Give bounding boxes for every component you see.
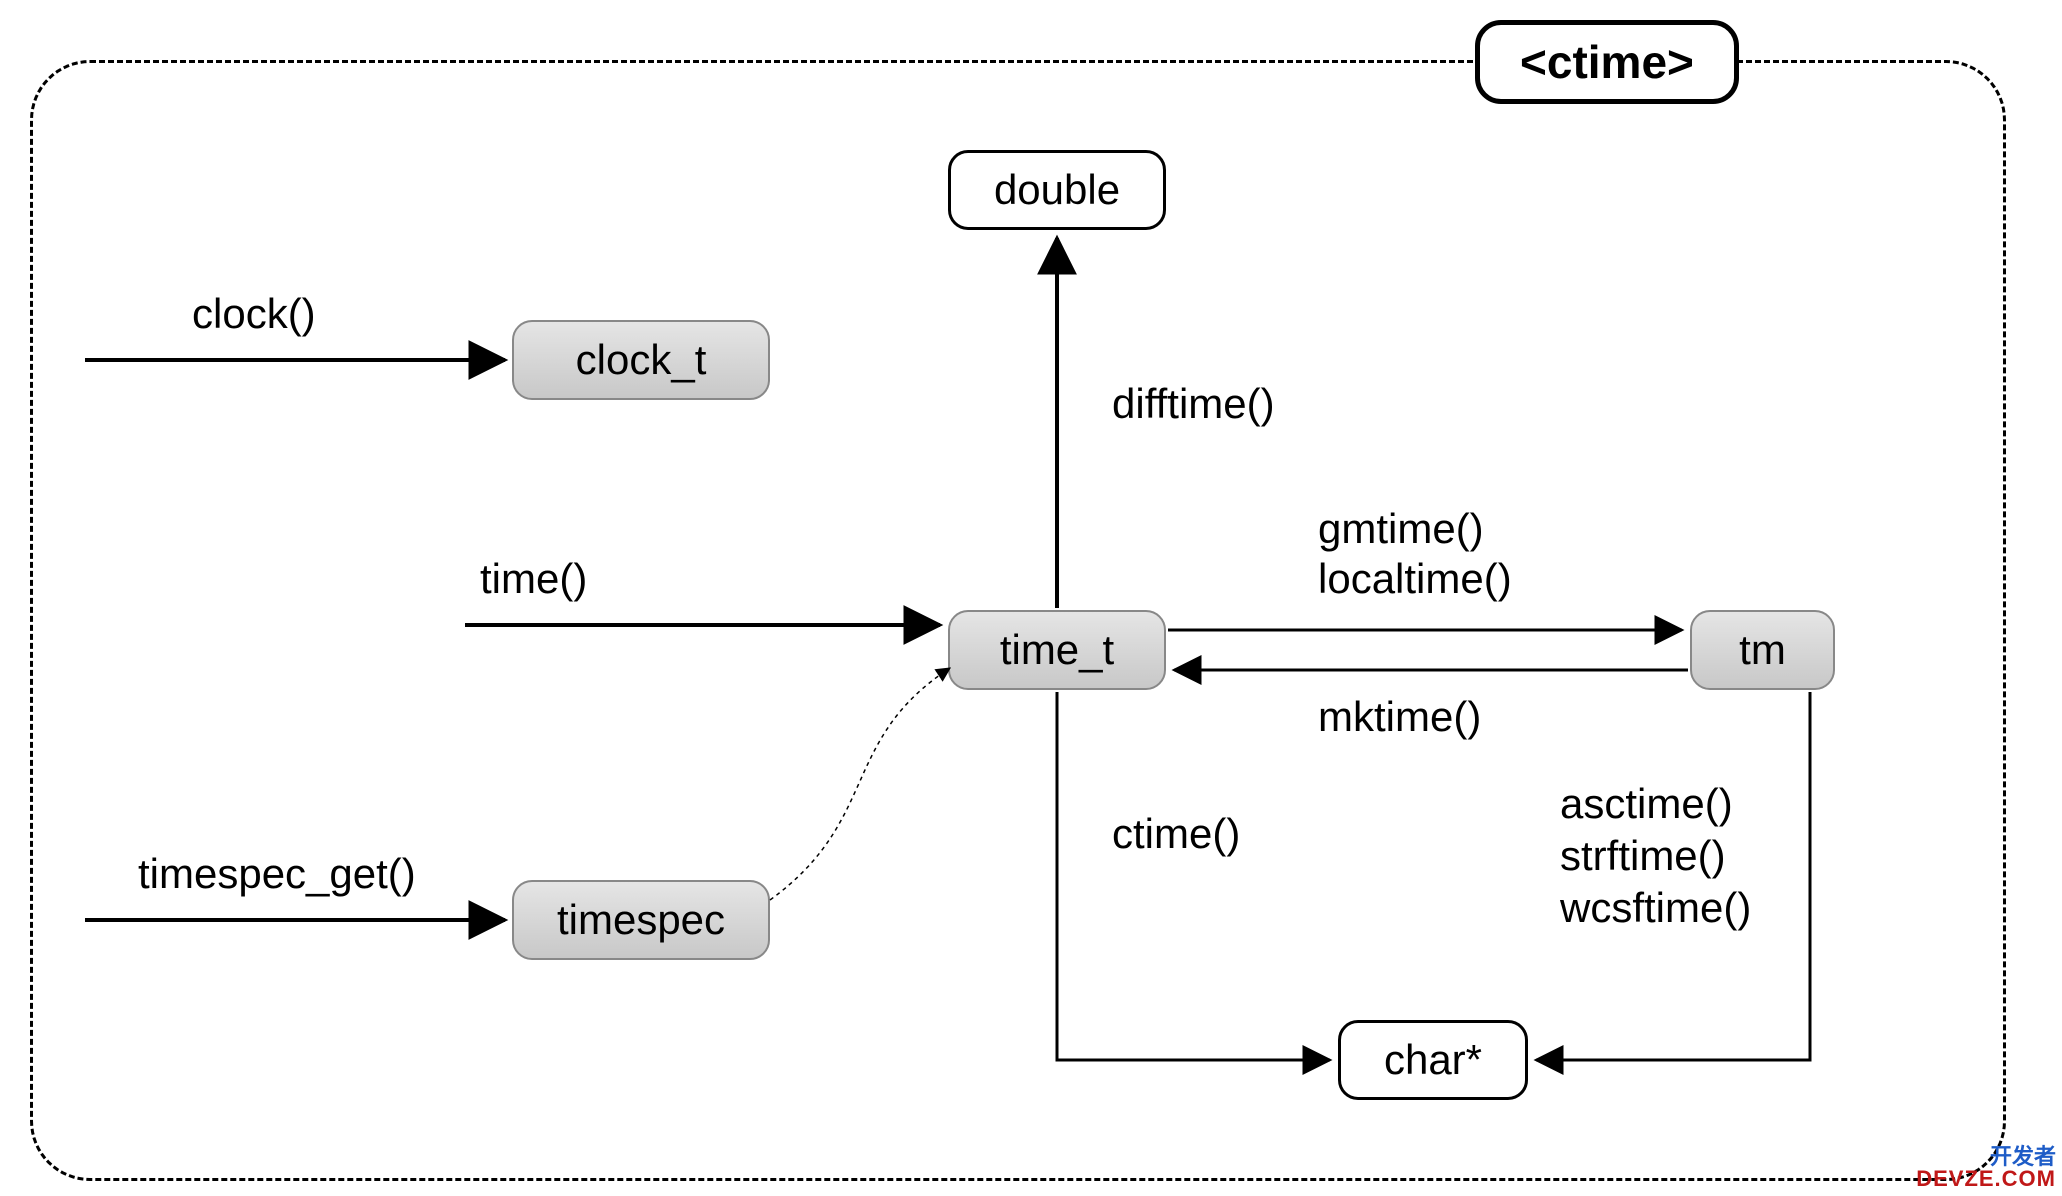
watermark-line2: DEVZE.COM xyxy=(1916,1168,2056,1190)
watermark-line1: 开发者 xyxy=(1916,1146,2056,1168)
label-time: time() xyxy=(480,555,587,603)
node-tm: tm xyxy=(1690,610,1835,690)
label-gmtime: gmtime() xyxy=(1318,505,1484,553)
label-wcsftime: wcsftime() xyxy=(1560,884,1751,932)
diagram-title: <ctime> xyxy=(1475,20,1739,104)
diagram-canvas: <ctime> clock_t timespec double time_t t… xyxy=(0,0,2062,1196)
label-strftime: strftime() xyxy=(1560,832,1726,880)
label-asctime: asctime() xyxy=(1560,780,1733,828)
label-clock: clock() xyxy=(192,290,316,338)
label-timespec_get: timespec_get() xyxy=(138,850,416,898)
node-char: char* xyxy=(1338,1020,1528,1100)
label-difftime: difftime() xyxy=(1112,380,1275,428)
node-timespec: timespec xyxy=(512,880,770,960)
node-double: double xyxy=(948,150,1166,230)
node-time_t: time_t xyxy=(948,610,1166,690)
label-mktime: mktime() xyxy=(1318,693,1481,741)
label-localtime: localtime() xyxy=(1318,555,1512,603)
label-ctime: ctime() xyxy=(1112,810,1240,858)
node-clock_t: clock_t xyxy=(512,320,770,400)
watermark: 开发者 DEVZE.COM xyxy=(1916,1146,2056,1190)
